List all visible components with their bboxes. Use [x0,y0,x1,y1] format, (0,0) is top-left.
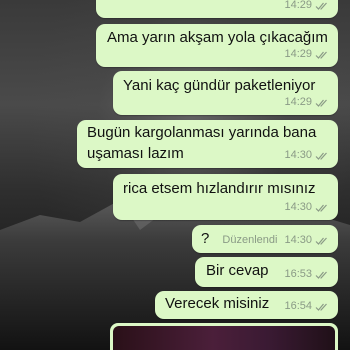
message-bubble-outgoing[interactable]: Bir cevap 16:53 [195,257,338,287]
message-meta: 14:30 [284,198,330,217]
message-bubble-outgoing[interactable]: Yani kaç gündür paketleniyor 14:29 [113,71,338,115]
message-text: Verecek misiniz [165,295,270,312]
double-check-icon [315,1,330,11]
double-check-icon [315,203,330,213]
message-text: Bir cevap [206,262,269,279]
media-message-bubble[interactable] [110,323,338,350]
message-time: 14:29 [284,0,312,11]
message-time: 14:30 [284,234,312,246]
message-time: 14:30 [284,149,312,161]
message-text: ? [201,230,210,247]
message-time: 14:30 [284,201,312,213]
message-bubble-outgoing[interactable]: Bugün kargolanması yarında bana uşaması … [77,120,338,168]
message-meta: 16:53 [284,265,330,284]
message-meta: 16:54 [284,297,330,316]
message-bubble-outgoing[interactable]: Ama yarın akşam yola çıkacağım 14:29 [96,24,338,67]
media-thumbnail[interactable] [113,326,335,350]
message-bubble-outgoing[interactable]: Verecek misiniz 16:54 [155,291,338,319]
double-check-icon [315,98,330,108]
message-bubble-outgoing[interactable]: rica etsem hızlandırır mısınız 14:30 [113,174,338,220]
double-check-icon [315,151,330,161]
message-text-line-2: uşaması lazım [87,145,184,162]
double-check-icon [315,302,330,312]
message-meta: 14:30 [284,146,330,165]
message-text-line-1: Bugün kargolanması yarında bana [87,124,317,141]
message-time: 16:54 [284,300,312,312]
double-check-icon [315,50,330,60]
message-time: 14:29 [284,48,312,60]
message-bubble-outgoing[interactable]: 14:29 [96,0,338,18]
message-meta: 14:29 [284,0,330,15]
message-bubble-outgoing[interactable]: ? Düzenlendi 14:30 [192,225,338,253]
edited-label: Düzenlendi [222,234,278,246]
message-meta: 14:29 [284,45,330,64]
message-meta: 14:29 [284,93,330,112]
message-meta: Düzenlendi 14:30 [222,231,330,250]
double-check-icon [315,270,330,280]
message-time: 16:53 [284,268,312,280]
message-text: rica etsem hızlandırır mısınız [123,180,316,197]
message-time: 14:29 [284,96,312,108]
double-check-icon [315,236,330,246]
